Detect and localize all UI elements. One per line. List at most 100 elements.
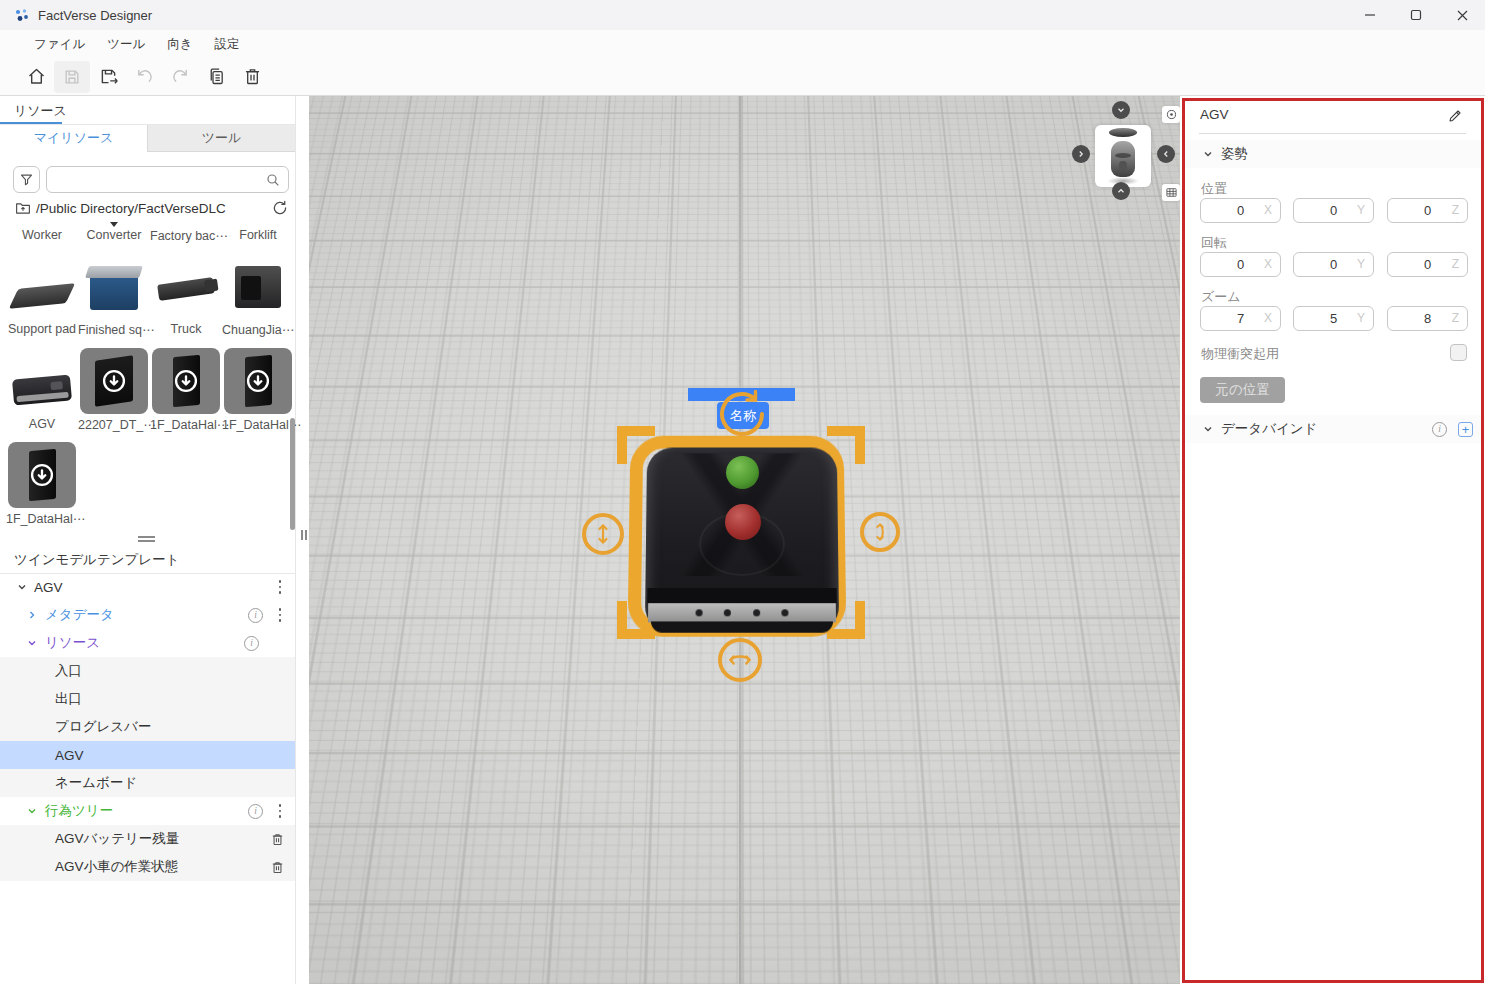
orbit-down-button[interactable]: [1112, 182, 1130, 200]
home-button[interactable]: [18, 61, 54, 93]
viewport-3d[interactable]: 名称: [309, 96, 1180, 984]
resource-label[interactable]: Worker: [6, 228, 78, 242]
info-icon[interactable]: i: [248, 608, 263, 623]
resource-thumb-finished-sq[interactable]: [80, 252, 148, 318]
tab-resources[interactable]: リソース: [14, 102, 67, 120]
tree-node-battery[interactable]: AGVバッテリー残量: [0, 825, 295, 853]
info-icon[interactable]: i: [1432, 422, 1447, 437]
rotation-z-field: Z: [1387, 252, 1468, 277]
more-options-icon[interactable]: [275, 580, 285, 593]
panel-split-handle[interactable]: [138, 536, 155, 542]
search-input[interactable]: [55, 167, 260, 192]
physics-checkbox[interactable]: [1450, 344, 1467, 361]
copy-button[interactable]: [198, 61, 234, 93]
rotate-yaw-handle[interactable]: [718, 638, 762, 682]
tree-node-exit[interactable]: 出口: [0, 685, 295, 713]
resource-label[interactable]: ChuangJia⋯: [222, 322, 294, 337]
resource-label[interactable]: 1F_DataHal⋯: [6, 511, 78, 526]
grid-view-button[interactable]: [1162, 184, 1180, 201]
tree-node-entrance[interactable]: 入口: [0, 657, 295, 685]
reset-position-button[interactable]: 元の位置: [1200, 377, 1285, 403]
current-path: /Public Directory/FactVerseDLC: [36, 201, 226, 216]
resource-label[interactable]: Forklift: [222, 228, 294, 242]
rotate-pitch-handle[interactable]: [860, 512, 900, 552]
download-icon: [244, 367, 272, 395]
resource-thumb-datahal-2[interactable]: [224, 348, 292, 414]
search-icon[interactable]: [265, 172, 281, 188]
maximize-button[interactable]: [1393, 0, 1439, 30]
menu-settings[interactable]: 設定: [215, 36, 240, 53]
resource-label[interactable]: 1F_DataHal⋯: [150, 417, 222, 432]
status-sphere-red: [725, 504, 761, 540]
tab-my-resources[interactable]: マイリソース: [0, 125, 147, 152]
resource-label[interactable]: Truck: [150, 322, 222, 336]
info-icon[interactable]: i: [248, 804, 263, 819]
delete-icon[interactable]: [270, 860, 285, 875]
tree-node-workstate[interactable]: AGV小車の作業状態: [0, 853, 295, 881]
more-options-icon[interactable]: [275, 804, 285, 817]
sidebar-tab-row: リソース: [0, 96, 295, 125]
save-button[interactable]: [54, 61, 90, 93]
resource-thumb-support-pad[interactable]: [8, 252, 76, 318]
view-cube[interactable]: [1095, 125, 1151, 187]
redo-button[interactable]: [162, 61, 198, 93]
refresh-icon[interactable]: [271, 199, 289, 217]
resource-label[interactable]: Converter: [78, 228, 150, 242]
chevron-down-icon[interactable]: [26, 805, 38, 817]
info-icon[interactable]: i: [244, 636, 259, 651]
chevron-right-icon[interactable]: [26, 609, 38, 621]
resources-scrollbar[interactable]: [290, 418, 295, 530]
resource-label[interactable]: Factory bac⋯: [150, 228, 222, 243]
tree-node-agv-selected[interactable]: AGV: [0, 741, 295, 769]
tree-node-progressbar[interactable]: プログレスバー: [0, 713, 295, 741]
delete-button[interactable]: [234, 61, 270, 93]
tree-node-metadata[interactable]: メタデータ i: [0, 601, 295, 629]
chevron-down-icon[interactable]: [26, 637, 38, 649]
resource-label[interactable]: AGV: [6, 417, 78, 431]
close-button[interactable]: [1439, 0, 1485, 30]
resource-label[interactable]: 1F_DataHal⋯: [222, 417, 294, 432]
folder-up-icon[interactable]: [14, 200, 32, 217]
tree-label: AGV: [55, 748, 84, 763]
app-logo-icon: [14, 8, 29, 23]
resource-thumb-datahal-3[interactable]: [8, 442, 76, 508]
minimize-button[interactable]: [1347, 0, 1393, 30]
menu-orientation[interactable]: 向き: [167, 36, 192, 53]
orbit-right-button[interactable]: [1157, 145, 1175, 163]
gyro-view-button[interactable]: [1162, 106, 1180, 123]
resources-sidebar: リソース マイリソース ツール /Public Directory/FactVe…: [0, 96, 296, 984]
tree-label: 入口: [55, 662, 82, 680]
section-pose[interactable]: 姿勢: [1184, 140, 1485, 168]
resource-thumb-22207[interactable]: [80, 348, 148, 414]
tab-tools[interactable]: ツール: [147, 125, 295, 151]
edit-name-icon[interactable]: [1447, 108, 1463, 124]
resource-label[interactable]: Finished sq⋯: [78, 322, 150, 337]
add-databind-icon[interactable]: +: [1458, 422, 1473, 437]
tree-node-resources[interactable]: リソース i: [0, 629, 295, 657]
resource-thumb-datahal-1[interactable]: [152, 348, 220, 414]
physics-label: 物理衝突起用: [1201, 345, 1279, 363]
orbit-left-button[interactable]: [1072, 145, 1090, 163]
tree-node-behavior[interactable]: 行為ツリー i: [0, 797, 295, 825]
resource-label[interactable]: Support pad: [6, 322, 78, 336]
sidebar-resize-handle[interactable]: [301, 530, 309, 540]
resource-thumb-agv[interactable]: [8, 348, 76, 414]
resource-thumb-truck[interactable]: [152, 252, 220, 318]
resource-label[interactable]: 22207_DT_⋯: [78, 417, 150, 432]
move-vertical-handle[interactable]: [582, 513, 624, 555]
chevron-down-icon[interactable]: [16, 581, 28, 593]
tree-node-nameboard[interactable]: ネームボード: [0, 769, 295, 797]
tree-node-agv-root[interactable]: AGV: [0, 573, 295, 601]
filter-button[interactable]: [13, 166, 40, 193]
delete-icon[interactable]: [270, 832, 285, 847]
section-pose-label: 姿勢: [1221, 145, 1248, 163]
more-options-icon[interactable]: [275, 608, 285, 621]
resource-thumb-chuangjia[interactable]: [224, 252, 292, 318]
rotate-handle-top[interactable]: [717, 389, 767, 439]
section-databind[interactable]: データバインド i+: [1184, 415, 1485, 443]
menu-tools[interactable]: ツール: [107, 36, 145, 53]
undo-button[interactable]: [126, 61, 162, 93]
save-as-button[interactable]: [90, 61, 126, 93]
menu-file[interactable]: ファイル: [34, 36, 85, 53]
orbit-up-button[interactable]: [1112, 101, 1130, 119]
